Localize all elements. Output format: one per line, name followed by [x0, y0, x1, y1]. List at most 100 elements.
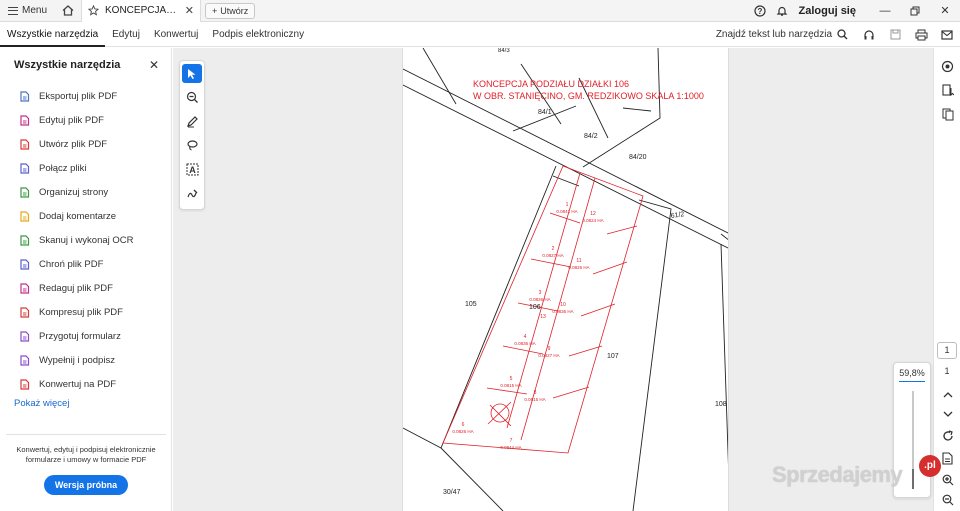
- close-window-button[interactable]: ✕: [930, 0, 960, 22]
- document-area[interactable]: A KONCEPCJA PODZIAŁU DZIAŁKI 106 W OBR. …: [173, 48, 933, 511]
- tool-item[interactable]: Utwórz plik PDF: [0, 132, 171, 156]
- zoom-level-input[interactable]: 59,8%: [894, 368, 930, 378]
- tool-item[interactable]: Chroń plik PDF: [0, 252, 171, 276]
- read-aloud-button[interactable]: [856, 23, 882, 47]
- cursor-arrow-icon: [188, 68, 196, 79]
- tool-item[interactable]: Połącz pliki: [0, 156, 171, 180]
- combine-files-icon: [20, 162, 30, 174]
- menu-bar: Wszystkie narzędzia Edytuj Konwertuj Pod…: [0, 23, 960, 47]
- signature-pen-icon: [186, 189, 197, 198]
- maximize-button[interactable]: [900, 0, 930, 22]
- tool-list: Eksportuj plik PDF Edytuj plik PDF Utwórz …: [0, 84, 171, 396]
- draw-tool[interactable]: [182, 112, 202, 131]
- drawing-subtitle: W OBR. STANIĘCINO, GM. REDZIKOWO SKALA 1…: [473, 91, 704, 101]
- lot-number: 3: [539, 290, 542, 296]
- tool-item[interactable]: Eksportuj plik PDF: [0, 84, 171, 108]
- current-page-input[interactable]: 1: [937, 342, 957, 359]
- tool-item[interactable]: Konwertuj na PDF: [0, 372, 171, 396]
- close-tab-icon[interactable]: ✕: [185, 4, 194, 17]
- save-button[interactable]: [882, 23, 908, 47]
- document-tab[interactable]: KONCEPCJA_PODZ... ✕: [81, 0, 202, 22]
- menu-button[interactable]: Menu: [0, 0, 55, 22]
- page-thumbnails-button[interactable]: [934, 102, 960, 126]
- rotate-icon: [942, 430, 953, 441]
- find-tools-search[interactable]: Znajdź tekst lub narzędzia: [716, 29, 856, 40]
- svg-text:A: A: [189, 165, 196, 175]
- export-pdf-icon: [20, 90, 30, 102]
- lot-number: 12: [590, 211, 596, 217]
- parcel-label: 106: [529, 304, 541, 311]
- parcel-label: 84/1: [538, 109, 552, 116]
- lasso-tool[interactable]: [182, 136, 202, 155]
- watermark-badge: .pl: [919, 455, 941, 477]
- total-pages: 1: [944, 366, 950, 376]
- tool-item[interactable]: Kompresuj plik PDF: [0, 300, 171, 324]
- tab-convert[interactable]: Konwertuj: [147, 23, 205, 47]
- title-bar: Menu KONCEPCJA_PODZ... ✕ + Utwórz ? Zalo…: [0, 0, 960, 22]
- notifications-button[interactable]: [771, 0, 793, 22]
- tool-item[interactable]: Organizuj strony: [0, 180, 171, 204]
- signature-tool[interactable]: [182, 184, 202, 203]
- tool-label: Chroń plik PDF: [39, 258, 104, 270]
- lot-number: 10: [560, 302, 566, 308]
- zoom-out-button[interactable]: [934, 488, 960, 511]
- panel-header: Wszystkie narzędzia ✕: [0, 48, 171, 72]
- plus-icon: +: [212, 5, 218, 16]
- edit-pdf-icon: [20, 114, 30, 126]
- star-icon[interactable]: [88, 5, 100, 16]
- print-button[interactable]: [908, 23, 934, 47]
- lot-number: 13: [540, 314, 546, 320]
- parcel-label: 107: [607, 353, 619, 360]
- text-select-tool[interactable]: A: [182, 160, 202, 179]
- restore-icon: [910, 6, 920, 15]
- minimize-button[interactable]: —: [870, 0, 900, 22]
- tool-item[interactable]: Skanuj i wykonaj OCR: [0, 228, 171, 252]
- parcel-label: 84/20: [629, 154, 647, 161]
- tool-label: Połącz pliki: [39, 162, 87, 174]
- tab-edit[interactable]: Edytuj: [105, 23, 147, 47]
- minimize-icon: —: [879, 4, 891, 17]
- select-tool[interactable]: [182, 64, 202, 83]
- home-button[interactable]: [55, 0, 81, 22]
- document-icon: [942, 451, 953, 465]
- sign-in-link[interactable]: Zaloguj się: [793, 5, 870, 17]
- close-panel-icon[interactable]: ✕: [149, 58, 159, 72]
- zoom-icon: [186, 91, 198, 103]
- share-email-button[interactable]: [934, 23, 960, 47]
- hamburger-icon: [8, 6, 18, 15]
- tab-all-tools[interactable]: Wszystkie narzędzia: [0, 23, 106, 47]
- lot-area: 0.0815 HA: [524, 397, 545, 402]
- tool-item[interactable]: Redaguj plik PDF: [0, 276, 171, 300]
- pdf-page[interactable]: KONCEPCJA PODZIAŁU DZIAŁKI 106 W OBR. STA…: [402, 48, 729, 511]
- lot-number: 4: [524, 334, 527, 340]
- zoom-slider-fill[interactable]: [912, 469, 914, 489]
- help-button[interactable]: ?: [749, 0, 771, 22]
- tool-item[interactable]: Edytuj plik PDF: [0, 108, 171, 132]
- lot-number: 6: [462, 422, 465, 428]
- next-page-button[interactable]: [934, 402, 960, 426]
- show-more-link[interactable]: Pokaż więcej: [0, 398, 171, 409]
- lasso-icon: [186, 140, 198, 151]
- tab-e-signature[interactable]: Podpis elektroniczny: [205, 23, 311, 47]
- all-tools-panel: Wszystkie narzędzia ✕ Eksportuj plik PDF…: [0, 48, 172, 511]
- lot-area: 0.0824 HA: [582, 218, 603, 223]
- printer-icon: [915, 29, 927, 40]
- tool-label: Utwórz plik PDF: [39, 138, 108, 150]
- bookmarks-button[interactable]: [934, 78, 960, 102]
- map-labels: KONCEPCJA PODZIAŁU DZIAŁKI 106 W OBR. STA…: [443, 48, 727, 496]
- convert-pdf-icon: [20, 378, 30, 390]
- headphones-icon: [864, 29, 874, 39]
- drawing-title: KONCEPCJA PODZIAŁU DZIAŁKI 106: [473, 79, 629, 89]
- zoom-tool[interactable]: [182, 88, 202, 107]
- rotate-button[interactable]: [934, 424, 960, 448]
- fill-sign-icon: [20, 354, 30, 366]
- tool-label: Eksportuj plik PDF: [39, 90, 118, 102]
- new-tab-button[interactable]: + Utwórz: [205, 2, 256, 19]
- tool-item[interactable]: Wypełnij i podpisz: [0, 348, 171, 372]
- tool-item[interactable]: Dodaj komentarze: [0, 204, 171, 228]
- tool-item[interactable]: Przygotuj formularz: [0, 324, 171, 348]
- mail-icon: [941, 29, 953, 40]
- free-trial-button[interactable]: Wersja próbna: [43, 475, 129, 495]
- lot-area: 0.0836 HA: [552, 309, 573, 314]
- ai-assistant-button[interactable]: [934, 54, 960, 78]
